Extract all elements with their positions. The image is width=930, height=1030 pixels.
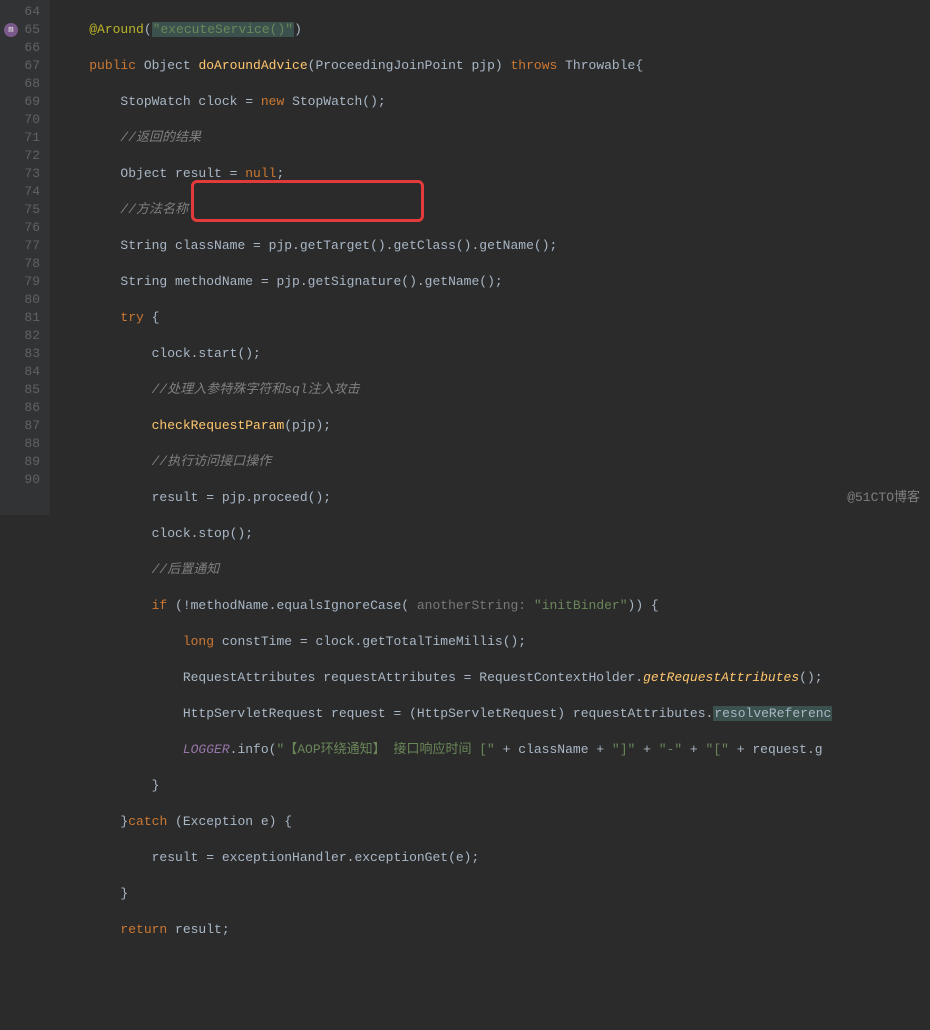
line-number: 85 [0,381,40,399]
code-line: result = exceptionHandler.exceptionGet(e… [58,849,930,867]
line-number: 84 [0,363,40,381]
code-line: @Around("executeService()") [58,21,930,39]
line-number: 74 [0,183,40,201]
line-number: 78 [0,255,40,273]
code-line: if (!methodName.equalsIgnoreCase( anothe… [58,597,930,615]
code-line: String className = pjp.getTarget().getCl… [58,237,930,255]
line-number: 67 [0,57,40,75]
code-line: result = pjp.proceed(); [58,489,930,507]
line-number: 73 [0,165,40,183]
code-line: HttpServletRequest request = (HttpServle… [58,705,930,723]
code-line: clock.stop(); [58,525,930,543]
line-number: 72 [0,147,40,165]
code-line: String methodName = pjp.getSignature().g… [58,273,930,291]
line-number: 83 [0,345,40,363]
code-line: } [58,777,930,795]
line-number: 76 [0,219,40,237]
code-line [58,957,930,975]
code-line: //处理入参特殊字符和sql注入攻击 [58,381,930,399]
line-number: 66 [0,39,40,57]
line-number: 86 [0,399,40,417]
code-line: public Object doAroundAdvice(ProceedingJ… [58,57,930,75]
line-number: 89 [0,453,40,471]
code-line: try { [58,309,930,327]
line-number: 90 [0,471,40,489]
line-number: 75 [0,201,40,219]
line-number: 79 [0,273,40,291]
code-line: //执行访问接口操作 [58,453,930,471]
code-line: LOGGER.info("【AOP环绕通知】 接口响应时间 [" + class… [58,741,930,759]
line-number: 65m [0,21,40,39]
code-line: } [58,885,930,903]
line-number: 81 [0,309,40,327]
watermark: @51CTO博客 [847,489,920,507]
line-number: 80 [0,291,40,309]
code-line: //后置通知 [58,561,930,579]
line-number: 69 [0,93,40,111]
code-line: long constTime = clock.getTotalTimeMilli… [58,633,930,651]
code-line: return result; [58,921,930,939]
code-line: clock.start(); [58,345,930,363]
line-number-gutter: 64 65m 66 67 68 69 70 71 72 73 74 75 76 … [0,0,50,515]
code-line: RequestAttributes requestAttributes = Re… [58,669,930,687]
code-area[interactable]: @Around("executeService()") public Objec… [50,0,930,515]
code-line: //方法名称 [58,201,930,219]
line-number: 70 [0,111,40,129]
line-number: 87 [0,417,40,435]
line-number: 68 [0,75,40,93]
code-line: //返回的结果 [58,129,930,147]
code-editor[interactable]: 64 65m 66 67 68 69 70 71 72 73 74 75 76 … [0,0,930,515]
line-number: 82 [0,327,40,345]
line-number: 64 [0,3,40,21]
code-line: Object result = null; [58,165,930,183]
line-number: 88 [0,435,40,453]
code-line: }catch (Exception e) { [58,813,930,831]
line-number: 71 [0,129,40,147]
code-line: StopWatch clock = new StopWatch(); [58,93,930,111]
aspect-icon: m [4,23,18,37]
line-number: 77 [0,237,40,255]
code-line: checkRequestParam(pjp); [58,417,930,435]
